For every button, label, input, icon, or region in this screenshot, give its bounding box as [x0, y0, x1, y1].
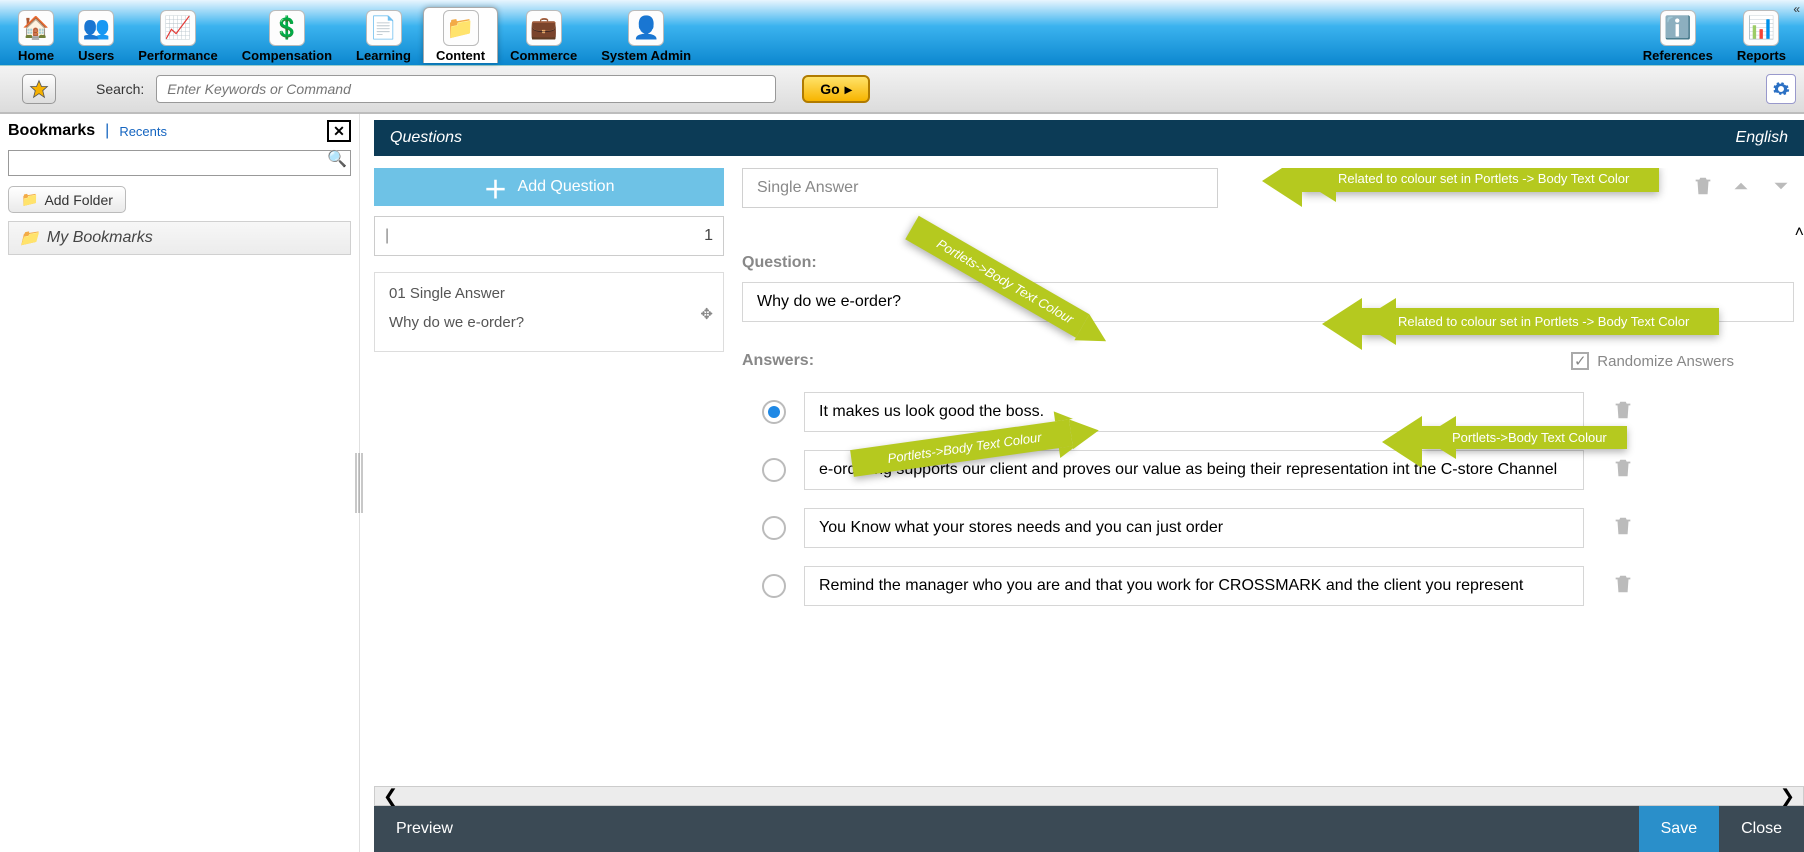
answer-text-input[interactable]: You Know what your stores needs and you … [804, 508, 1584, 548]
page-number: 1 [704, 227, 713, 245]
users-icon: 👥 [78, 10, 114, 46]
search-bar: Search: Go▸ [0, 66, 1804, 114]
star-icon [29, 79, 49, 99]
nav-label: Content [436, 48, 485, 63]
delete-answer-button[interactable] [1612, 572, 1634, 601]
nav-users[interactable]: 👥 Users [66, 8, 126, 63]
nav-reports[interactable]: 📊 Reports [1725, 8, 1798, 63]
folder-icon: 📁 [19, 228, 39, 248]
move-up-button[interactable] [1728, 173, 1754, 204]
checkbox-icon: ✓ [1571, 352, 1589, 370]
main-panel: Questions English ＋ Add Question | 1 01 … [360, 114, 1804, 852]
delete-question-button[interactable] [1692, 174, 1714, 203]
nav-label: Performance [138, 48, 217, 63]
editor-footer: Preview Save Close [374, 806, 1804, 852]
nav-system-admin[interactable]: 👤 System Admin [589, 8, 703, 63]
recents-link[interactable]: Recents [119, 124, 167, 139]
nav-label: Learning [356, 48, 411, 63]
add-folder-button[interactable]: 📁Add Folder [8, 186, 126, 213]
collapse-nav-icon[interactable]: « [1793, 2, 1800, 16]
money-icon: 💲 [269, 10, 305, 46]
randomize-answers-toggle[interactable]: ✓ Randomize Answers [1571, 352, 1794, 370]
play-icon: ▸ [845, 81, 852, 98]
folder-icon: 📁 [443, 10, 479, 46]
panel-splitter[interactable] [353, 453, 365, 513]
question-type-label: 01 Single Answer [389, 285, 709, 302]
annotation-arrow: Portlets->Body Text Colour [1422, 426, 1627, 449]
scroll-right-icon[interactable]: ❯ [1780, 786, 1795, 807]
go-button[interactable]: Go▸ [802, 75, 869, 103]
close-sidebar-button[interactable]: ✕ [327, 120, 351, 142]
delete-answer-button[interactable] [1612, 398, 1634, 427]
question-preview-text: Why do we e-order? [389, 314, 709, 331]
top-nav: 🏠Home 👥Users 📈Performance 💲Compensation … [0, 0, 1804, 66]
scroll-up-icon[interactable]: ˄ [1795, 224, 1804, 242]
delete-answer-button[interactable] [1612, 514, 1634, 543]
move-down-button[interactable] [1768, 173, 1794, 204]
answer-radio[interactable] [762, 458, 786, 482]
admin-icon: 👤 [628, 10, 664, 46]
nav-compensation[interactable]: 💲 Compensation [230, 8, 344, 63]
add-question-button[interactable]: ＋ Add Question [374, 168, 724, 206]
folder-plus-icon: 📁 [21, 191, 38, 208]
nav-commerce[interactable]: 💼 Commerce [498, 8, 589, 63]
nav-label: Commerce [510, 48, 577, 63]
search-input[interactable] [156, 75, 776, 103]
question-list: ＋ Add Question | 1 01 Single Answer Why … [374, 168, 724, 780]
nav-references[interactable]: ℹ️ References [1631, 8, 1725, 63]
annotation-arrow: Related to colour set in Portlets -> Bod… [1302, 168, 1659, 192]
answer-row: Remind the manager who you are and that … [742, 566, 1794, 606]
delete-answer-button[interactable] [1612, 456, 1634, 485]
answers-label: Answers: [742, 352, 814, 370]
nav-label: Users [78, 48, 114, 63]
answer-radio[interactable] [762, 400, 786, 424]
home-icon: 🏠 [18, 10, 54, 46]
nav-label: Reports [1737, 48, 1786, 63]
drag-handle-icon[interactable]: ✥ [700, 305, 713, 323]
nav-label: System Admin [601, 48, 691, 63]
question-editor: Single Answer ˄ Question: Why do we e-or… [742, 168, 1804, 780]
bookmark-root-folder[interactable]: 📁My Bookmarks [8, 221, 351, 255]
question-label: Question: [742, 254, 1794, 272]
bookmark-search-input[interactable] [8, 150, 351, 176]
question-card[interactable]: 01 Single Answer Why do we e-order? ✥ [374, 272, 724, 352]
nav-label: Home [18, 48, 54, 63]
sidebar-title: Bookmarks [8, 122, 95, 140]
bookmarks-sidebar: Bookmarks | Recents ✕ 🔍 📁Add Folder 📁My … [0, 114, 360, 852]
nav-content[interactable]: 📁 Content [423, 7, 498, 63]
nav-label: References [1643, 48, 1713, 63]
panel-title-text: Questions [390, 129, 462, 147]
close-button[interactable]: Close [1719, 806, 1804, 852]
panel-header: Questions English [374, 120, 1804, 156]
report-icon: 📊 [1743, 10, 1779, 46]
gear-icon [1772, 80, 1790, 98]
briefcase-icon: 💼 [526, 10, 562, 46]
answer-text-input[interactable]: Remind the manager who you are and that … [804, 566, 1584, 606]
info-icon: ℹ️ [1660, 10, 1696, 46]
chart-icon: 📈 [160, 10, 196, 46]
answer-radio[interactable] [762, 516, 786, 540]
nav-home[interactable]: 🏠 Home [6, 8, 66, 63]
language-label: English [1736, 129, 1788, 147]
annotation-arrow: Related to colour set in Portlets -> Bod… [1362, 308, 1719, 335]
horizontal-scrollbar[interactable]: ❮❯ [374, 786, 1804, 806]
nav-learning[interactable]: 📄 Learning [344, 8, 423, 63]
nav-label: Compensation [242, 48, 332, 63]
answer-row: You Know what your stores needs and you … [742, 508, 1794, 548]
plus-icon: ＋ [484, 170, 508, 205]
scroll-left-icon[interactable]: ❮ [383, 786, 398, 807]
question-type-selector[interactable]: Single Answer [742, 168, 1218, 208]
page-card[interactable]: | 1 [374, 216, 724, 256]
search-label: Search: [96, 81, 144, 97]
search-icon: 🔍 [327, 149, 347, 169]
answer-row: It makes us look good the boss. [742, 392, 1794, 432]
bookmarks-toggle-button[interactable] [22, 74, 56, 104]
preview-button[interactable]: Preview [374, 820, 475, 838]
settings-button[interactable] [1766, 74, 1796, 104]
doc-icon: 📄 [366, 10, 402, 46]
save-button[interactable]: Save [1639, 806, 1719, 852]
answer-radio[interactable] [762, 574, 786, 598]
nav-performance[interactable]: 📈 Performance [126, 8, 229, 63]
